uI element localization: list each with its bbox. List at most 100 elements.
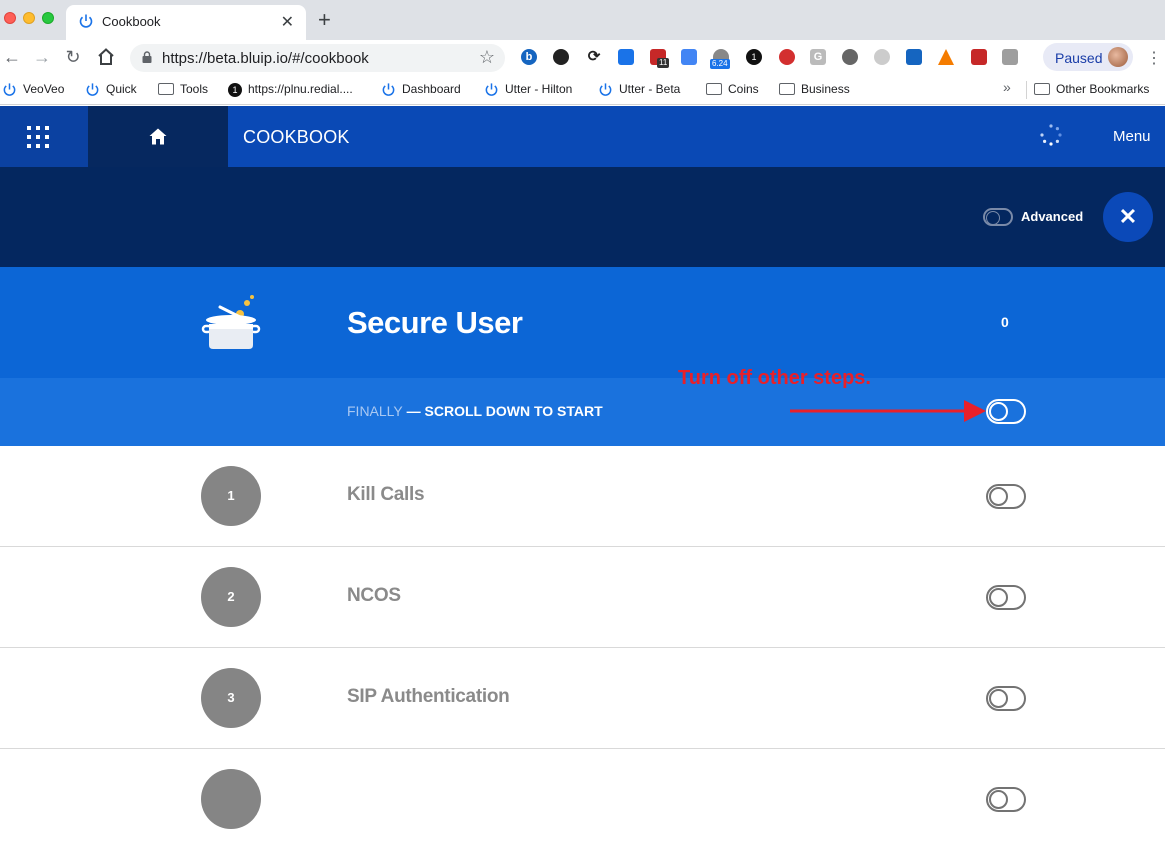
window-close-button[interactable] bbox=[4, 12, 16, 24]
recipe-title: Secure User bbox=[347, 305, 523, 340]
bookmark-label: Utter - Beta bbox=[619, 82, 681, 96]
window-maximize-button[interactable] bbox=[42, 12, 54, 24]
browser-tab-cookbook[interactable]: Cookbook ✕ bbox=[66, 5, 306, 40]
step-row-partial bbox=[0, 749, 1165, 850]
step-row: 2 NCOS bbox=[0, 547, 1165, 648]
finally-prefix: FINALLY bbox=[347, 403, 403, 419]
bookmark-label: Quick bbox=[106, 82, 137, 96]
forward-arrow-icon[interactable]: → bbox=[30, 45, 54, 69]
bookmark-item[interactable]: Quick bbox=[85, 81, 137, 99]
vlc-extension-icon[interactable] bbox=[938, 49, 954, 65]
other-bookmarks-folder[interactable]: Other Bookmarks bbox=[1034, 81, 1149, 99]
power-icon bbox=[485, 83, 498, 97]
finally-text: — SCROLL DOWN TO START bbox=[402, 403, 603, 419]
advanced-toggle[interactable] bbox=[983, 208, 1013, 226]
close-button[interactable]: ✕ bbox=[1103, 192, 1153, 242]
profile-label: Paused bbox=[1055, 50, 1103, 66]
g-extension-icon[interactable]: G bbox=[810, 49, 826, 65]
avatar bbox=[1108, 47, 1128, 67]
bookmark-label: Tools bbox=[180, 82, 209, 96]
annotation-text: Turn off other steps. bbox=[678, 367, 871, 389]
bookmark-label: Coins bbox=[728, 82, 759, 96]
step-toggle[interactable] bbox=[986, 484, 1026, 509]
step-toggle[interactable] bbox=[986, 686, 1026, 711]
app-header: COOKBOOK Menu bbox=[0, 106, 1165, 167]
bookmark-item[interactable]: 1 https://plnu.redial.... bbox=[228, 81, 353, 99]
bookmark-item[interactable]: VeoVeo bbox=[2, 81, 64, 99]
menu-button[interactable]: Menu bbox=[1113, 128, 1151, 145]
browser-tab-bar: Cookbook ✕ + bbox=[0, 0, 1165, 40]
home-button[interactable] bbox=[88, 106, 228, 167]
step-row: 1 Kill Calls bbox=[0, 446, 1165, 547]
recipe-header: Secure User 0 bbox=[0, 267, 1165, 378]
loading-spinner-icon bbox=[1040, 124, 1062, 146]
puzzle-extension-icon[interactable] bbox=[1002, 49, 1018, 65]
circle-extension-icon[interactable] bbox=[874, 49, 890, 65]
power-icon bbox=[382, 83, 395, 97]
bookmark-item[interactable]: Coins bbox=[706, 81, 759, 99]
step-row: 3 SIP Authentication bbox=[0, 648, 1165, 749]
pdf-extension-icon[interactable] bbox=[971, 49, 987, 65]
lock-icon bbox=[142, 51, 152, 63]
page-title: COOKBOOK bbox=[243, 127, 350, 147]
bookmark-label: Utter - Hilton bbox=[505, 82, 573, 96]
bookmark-label: VeoVeo bbox=[23, 82, 65, 96]
bookmark-item[interactable]: Utter - Beta bbox=[598, 81, 680, 99]
folder-icon bbox=[706, 82, 722, 95]
step-toggle[interactable] bbox=[986, 787, 1026, 812]
power-icon bbox=[3, 83, 16, 97]
bookmarks-overflow-button[interactable]: » bbox=[1003, 79, 1011, 95]
new-tab-button[interactable]: + bbox=[318, 8, 331, 32]
address-bar[interactable]: https://beta.bluip.io/#/cookbook ☆ bbox=[130, 44, 505, 72]
browser-menu-icon[interactable]: ⋮ bbox=[1146, 48, 1162, 68]
calendar-extension-icon[interactable]: 11 bbox=[650, 49, 670, 68]
home-icon bbox=[149, 128, 167, 145]
finally-instruction: FINALLY — SCROLL DOWN TO START bbox=[347, 403, 603, 419]
window-minimize-button[interactable] bbox=[23, 12, 35, 24]
tab-title: Cookbook bbox=[102, 14, 161, 29]
step-number: 1 bbox=[201, 466, 261, 526]
power-icon bbox=[79, 14, 93, 28]
red-extension-icon[interactable] bbox=[779, 49, 795, 65]
finally-row: Turn off other steps. FINALLY — SCROLL D… bbox=[0, 367, 1165, 446]
bookmark-item[interactable]: Business bbox=[779, 81, 850, 99]
step-number: 3 bbox=[201, 668, 261, 728]
step-name: SIP Authentication bbox=[347, 686, 510, 707]
folder-icon bbox=[1034, 82, 1050, 95]
film-extension-icon[interactable] bbox=[553, 49, 569, 65]
step-name: NCOS bbox=[347, 585, 401, 606]
finally-toggle[interactable] bbox=[986, 399, 1026, 424]
profile-button[interactable]: Paused bbox=[1043, 43, 1133, 71]
bookmark-item[interactable]: Dashboard bbox=[381, 81, 461, 99]
bookmark-label: https://plnu.redial.... bbox=[248, 82, 353, 96]
cookbook-toolbar: Advanced ✕ bbox=[0, 167, 1165, 267]
folder-icon bbox=[779, 82, 795, 95]
grid-extension-icon[interactable] bbox=[618, 49, 634, 65]
home-icon[interactable] bbox=[94, 45, 118, 69]
speed-extension-icon[interactable]: 6.24 bbox=[710, 49, 730, 69]
url-text: https://beta.bluip.io/#/cookbook bbox=[162, 50, 369, 67]
bookmark-label: Business bbox=[801, 82, 850, 96]
bookmark-item[interactable]: Tools bbox=[158, 81, 208, 99]
tab-close-icon[interactable]: ✕ bbox=[281, 12, 294, 32]
recipe-count: 0 bbox=[1001, 314, 1009, 330]
reload-icon[interactable]: ↻ bbox=[61, 45, 85, 69]
one-icon: 1 bbox=[228, 82, 242, 97]
back-arrow-icon[interactable]: ← bbox=[0, 45, 24, 69]
bookmark-star-icon[interactable]: ☆ bbox=[479, 47, 495, 68]
gauge-extension-icon[interactable] bbox=[842, 49, 858, 65]
step-number: 2 bbox=[201, 567, 261, 627]
calendar-badge: 11 bbox=[657, 58, 670, 68]
power-icon bbox=[86, 83, 99, 97]
apps-grid-button[interactable] bbox=[0, 106, 88, 167]
step-number bbox=[201, 769, 261, 829]
bookmark-item[interactable]: Utter - Hilton bbox=[484, 81, 572, 99]
bookmarks-divider bbox=[1026, 81, 1027, 99]
pattern-extension-icon[interactable] bbox=[906, 49, 922, 65]
translate-extension-icon[interactable] bbox=[681, 49, 697, 65]
b-extension-icon[interactable]: b bbox=[521, 49, 537, 65]
step-name: Kill Calls bbox=[347, 484, 425, 505]
one-extension-icon[interactable]: 1 bbox=[746, 49, 762, 65]
sync-extension-icon[interactable]: ⟳ bbox=[586, 49, 602, 65]
step-toggle[interactable] bbox=[986, 585, 1026, 610]
